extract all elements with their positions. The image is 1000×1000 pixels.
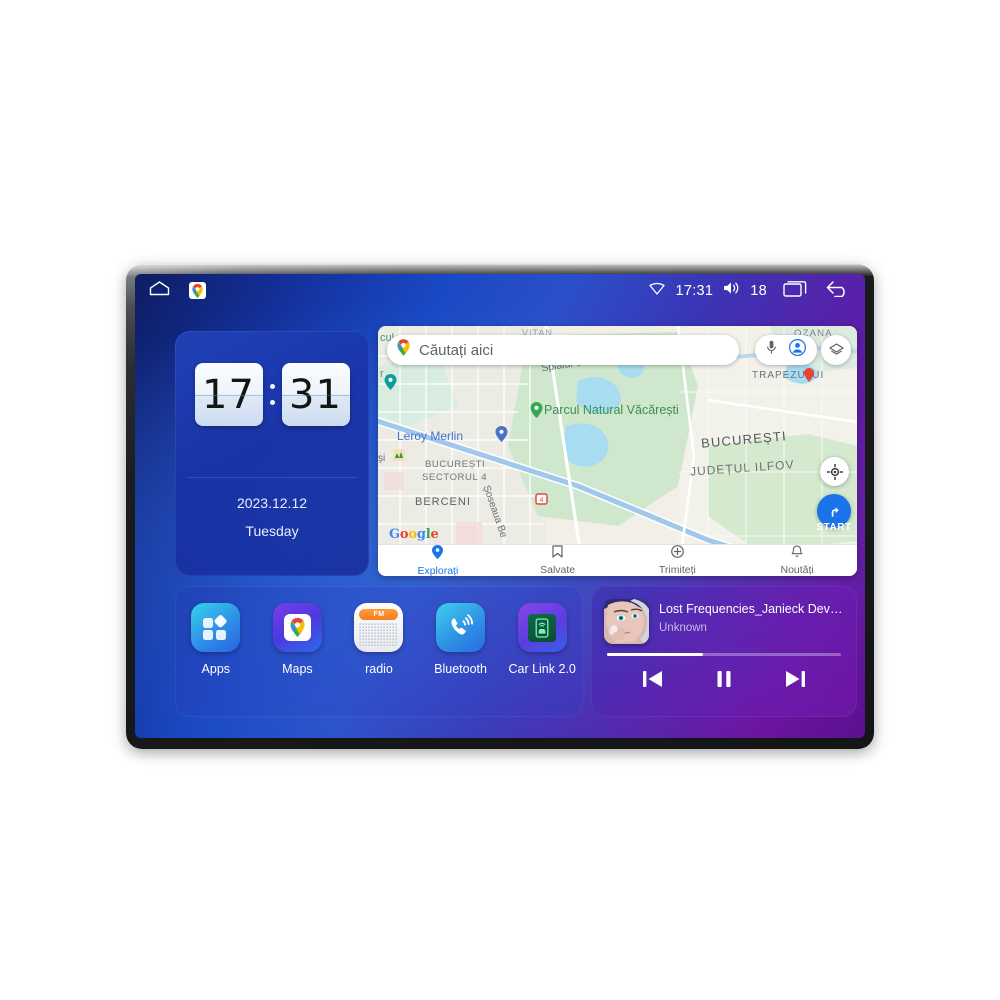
map-search-actions [755,335,817,365]
google-maps-icon[interactable] [189,282,206,299]
account-avatar-icon[interactable] [788,338,807,361]
map-pin-icon [397,339,410,361]
app-radio[interactable]: FM radio [344,603,414,676]
map-nav-updates-label: Noutăți [780,564,814,576]
app-radio-label: radio [365,662,393,676]
app-apps-label: Apps [201,662,231,676]
map-nav-explore[interactable]: Explorați [378,544,498,577]
fm-badge: FM [373,611,385,618]
google-maps-icon [272,603,322,652]
contribute-plus-icon [670,545,684,563]
map-nav-saved[interactable]: Salvate [498,545,618,576]
map-nav-contribute[interactable]: Trimiteți [618,545,738,576]
clock-hours: 17 [202,371,255,418]
status-bar: 17:31 18 [135,274,865,307]
explore-pin-icon [432,544,444,564]
previous-track-button[interactable] [641,668,665,690]
map-nav-updates[interactable]: Noutăți [737,545,857,576]
back-icon[interactable] [825,280,851,302]
apps-grid-icon [191,603,241,652]
app-maps[interactable]: Maps [262,603,332,676]
playback-progress-fill [607,653,703,656]
map-search-bar[interactable]: Căutați aici [387,335,739,365]
bell-icon [791,545,803,563]
clock-weekday: Tuesday [245,523,299,539]
play-pause-button[interactable] [713,668,735,690]
recents-icon[interactable] [783,280,807,302]
track-title: Lost Frequencies_Janieck Devy-... [659,602,847,616]
map-nav-contribute-label: Trimiteți [658,564,696,576]
microphone-icon[interactable] [766,340,777,360]
wifi-icon [649,282,666,300]
album-artwork[interactable] [604,599,649,644]
svg-text:4: 4 [540,497,544,504]
map-layers-button[interactable] [821,335,851,365]
player-controls [591,668,857,690]
map-nav-explore-label: Explorați [417,564,459,577]
home-icon[interactable] [149,280,170,301]
map-bottom-nav: Explorați Salvate Trimiteți Noutăți [378,544,857,576]
volume-level: 18 [750,282,767,299]
map-nav-saved-label: Salvate [540,564,576,576]
clock-minutes: 31 [289,371,342,418]
screen: 17:31 18 17 31 2023.12.12 Tuesday 4 VITA… [135,274,865,738]
app-apps[interactable]: Apps [181,603,251,676]
clock-date: 2023.12.12 [236,495,308,511]
app-car-link-label: Car Link 2.0 [508,662,576,676]
my-location-button[interactable] [820,457,849,486]
map-widget[interactable]: 4 VITAN OZANA cul r Splaiul Unirii Parcu… [378,326,857,576]
clock-hours-card: 17 [194,363,263,426]
flip-clock: 17 31 [175,363,369,426]
volume-icon[interactable] [723,281,740,300]
music-player-widget: Lost Frequencies_Janieck Devy-... Unknow… [591,586,857,717]
map-search-placeholder: Căutați aici [419,341,494,359]
status-time: 17:31 [675,282,714,299]
google-attribution: Google [389,527,439,542]
bookmark-icon [552,545,563,563]
clock-widget[interactable]: 17 31 2023.12.12 Tuesday [175,331,369,576]
app-bluetooth[interactable]: Bluetooth [426,603,496,676]
app-car-link[interactable]: Car Link 2.0 [507,603,577,676]
apps-dock: Apps Maps FM radio Bluetooth Car Link 2.… [175,586,583,717]
car-link-icon [517,603,567,652]
fm-radio-icon: FM [354,603,404,652]
clock-minutes-card: 31 [281,363,350,426]
next-track-button[interactable] [783,668,807,690]
playback-progress-bar[interactable] [607,653,841,656]
car-head-unit-device: 17:31 18 17 31 2023.12.12 Tuesday 4 VITA… [126,264,874,749]
bluetooth-phone-icon [436,603,486,652]
track-artist: Unknown [659,622,707,634]
app-maps-label: Maps [282,662,313,676]
clock-colon [269,384,276,405]
app-bluetooth-label: Bluetooth [434,662,487,676]
start-navigation-label: START [816,522,852,533]
clock-divider [187,477,357,478]
